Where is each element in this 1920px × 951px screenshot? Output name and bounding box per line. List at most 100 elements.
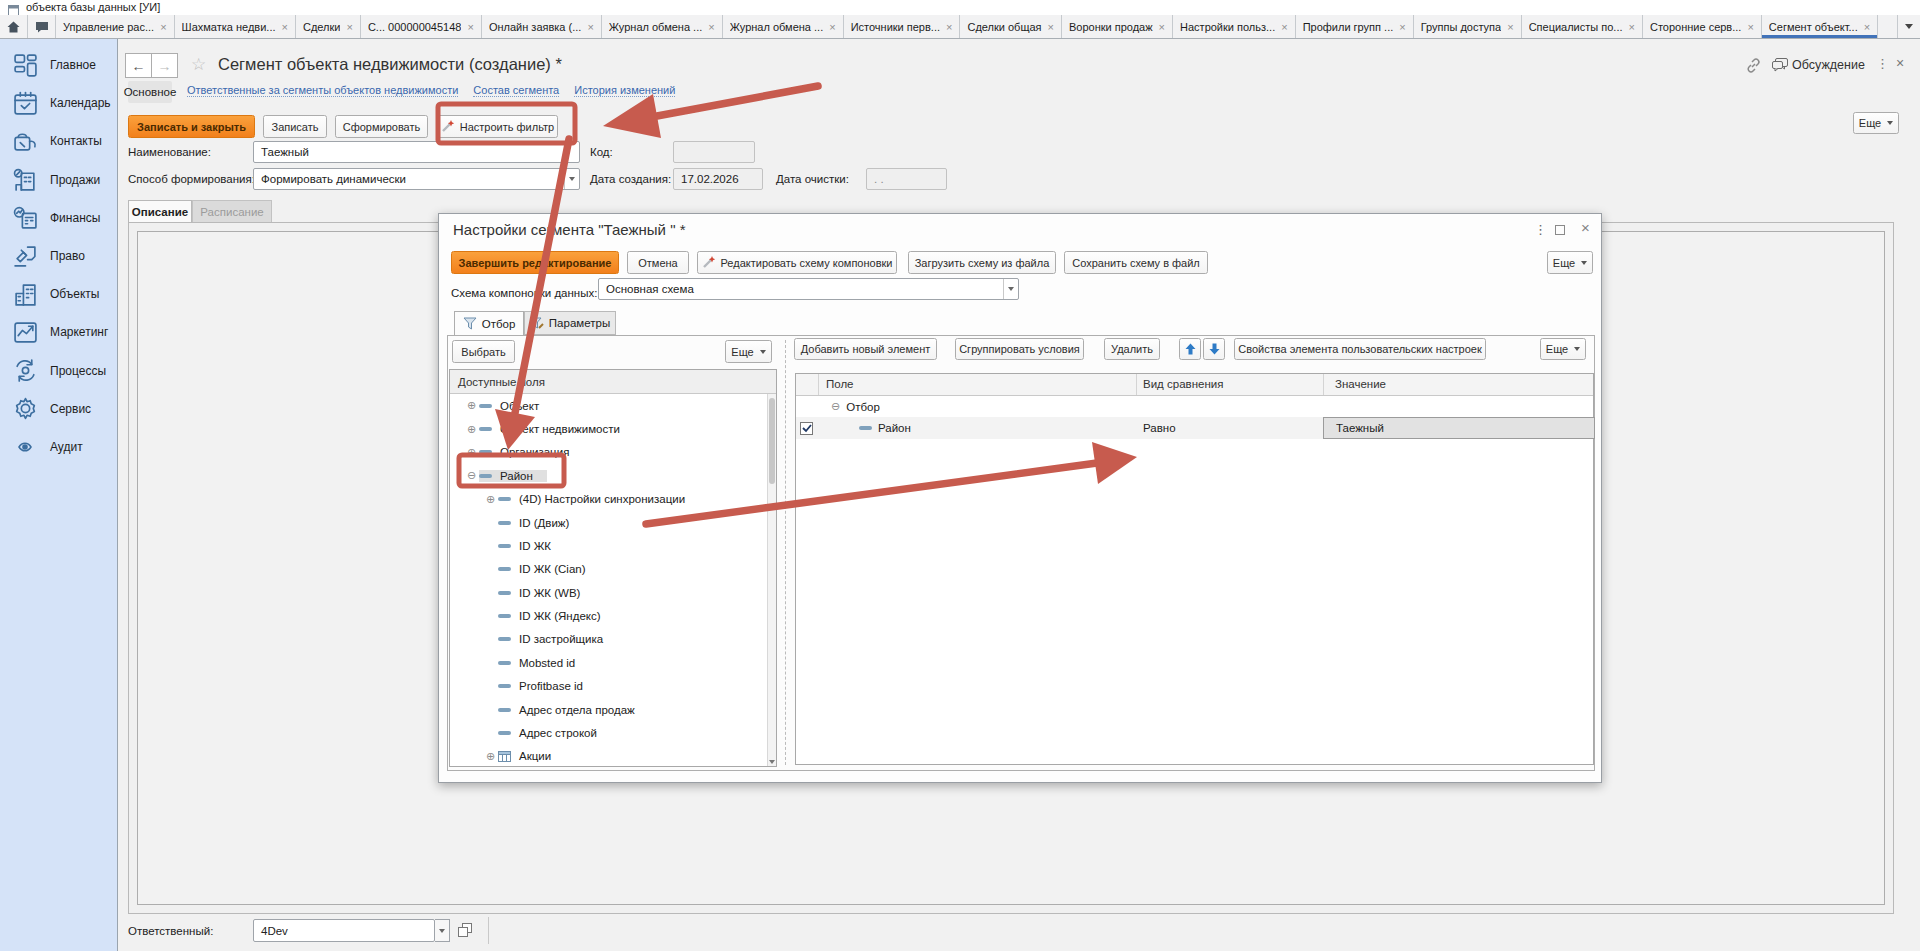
select-field-button[interactable]: Выбрать [452,340,515,363]
discussion-label[interactable]: Обсуждение [1792,58,1865,72]
responsible-input[interactable]: 4Dev [253,919,435,942]
tab-close-icon[interactable]: × [1159,21,1165,33]
app-tab[interactable]: Источники перв...× [844,15,961,38]
favorite-star-icon[interactable]: ☆ [191,54,206,75]
cancel-button[interactable]: Отмена [627,251,689,274]
tree-item[interactable]: ⊕Объект [450,394,767,417]
add-element-button[interactable]: Добавить новый элемент [794,338,937,360]
sidebar-item-servis[interactable]: Сервис [0,390,117,428]
sidebar-item-obekty[interactable]: Объекты [0,275,117,313]
tab-close-icon[interactable]: × [1629,21,1635,33]
code-input[interactable] [673,141,755,163]
close-form-icon[interactable]: × [1896,55,1904,71]
method-combobox[interactable]: Формировать динамически [253,168,580,190]
tab-close-icon[interactable]: × [1281,21,1287,33]
tree-item[interactable]: Адрес строкой [450,721,767,744]
back-button[interactable]: ← [125,53,152,78]
move-down-button[interactable] [1203,338,1225,360]
tree-item[interactable]: Profitbase id [450,675,767,698]
combo-dropdown-icon[interactable] [564,169,579,189]
app-tab[interactable]: Сделки общая× [960,15,1062,38]
tree-item[interactable]: ID застройщика [450,628,767,651]
tree-scrollbar-thumb[interactable] [769,398,775,484]
condition-checkbox[interactable] [800,422,813,435]
expand-icon[interactable]: ⊕ [464,399,479,412]
condition-value-cell[interactable]: Таежный [1323,417,1595,439]
save-schema-button[interactable]: Сохранить схему в файл [1064,251,1208,274]
app-tab[interactable]: Шахматка недви...× [175,15,296,38]
collapse-icon[interactable]: ⊖ [831,400,840,413]
tab-parameters[interactable]: Параметры [524,311,616,335]
responsible-dropdown-icon[interactable] [435,919,450,942]
save-button[interactable]: Записать [263,115,327,138]
setup-filter-button[interactable]: Настроить фильтр [437,115,558,138]
app-tab[interactable]: Журнал обмена ...× [602,15,723,38]
tab-close-icon[interactable]: × [1864,21,1870,33]
tree-item[interactable]: ⊕(4D) Настройки синхронизации [450,488,767,511]
app-tab[interactable]: Сторонние серв...× [1643,15,1762,38]
load-schema-button[interactable]: Загрузить схему из файла [908,251,1056,274]
sidebar-item-kalendar[interactable]: Календарь [0,84,117,122]
tree-item[interactable]: ⊕Объект недвижимости [450,417,767,440]
generate-button[interactable]: Сформировать [335,115,428,138]
tab-filter[interactable]: Отбор [454,311,524,335]
tab-close-icon[interactable]: × [467,21,473,33]
dialog-menu-icon[interactable]: ⋮ [1534,222,1547,237]
discussions-tab[interactable] [28,15,56,38]
sidebar-item-marketing[interactable]: Маркетинг [0,313,117,351]
tab-link-composition[interactable]: Состав сегмента [473,84,559,97]
tab-close-icon[interactable]: × [829,21,835,33]
tree-item[interactable]: ID ЖК (Яндекс) [450,604,767,627]
schema-combobox[interactable]: Основная схема [598,278,1019,300]
tab-close-icon[interactable]: × [282,21,288,33]
collapse-icon[interactable]: ⊖ [464,469,479,482]
tree-scrollbar[interactable] [767,394,776,766]
expand-icon[interactable]: ⊕ [464,446,479,459]
link-icon[interactable] [1745,57,1762,78]
tab-close-icon[interactable]: × [1399,21,1405,33]
expand-icon[interactable]: ⊕ [483,750,498,763]
tab-link-responsible[interactable]: Ответственные за сегменты объектов недви… [187,84,458,97]
dialog-maximize-icon[interactable] [1555,225,1565,235]
app-tab[interactable]: Сделки× [296,15,361,38]
group-conditions-button[interactable]: Сгруппировать условия [955,338,1084,360]
sidebar-item-prodazhi[interactable]: Продажи [0,161,117,199]
expand-icon[interactable]: ⊕ [464,423,479,436]
move-up-button[interactable] [1179,338,1201,360]
more-dots-icon[interactable]: ⋮ [1876,56,1889,71]
dialog-close-icon[interactable]: × [1581,219,1590,236]
tree-item[interactable]: ⊕Организация [450,441,767,464]
finish-editing-button[interactable]: Завершить редактирование [451,251,619,274]
sidebar-item-audit[interactable]: Аудит [0,428,117,466]
tab-close-icon[interactable]: × [346,21,352,33]
delete-button[interactable]: Удалить [1104,338,1160,360]
tree-item[interactable]: ⊖Район [450,464,767,487]
name-input[interactable]: Таежный [253,141,580,163]
tab-close-icon[interactable]: × [1507,21,1513,33]
home-tab[interactable] [0,15,28,38]
app-tab[interactable]: Воронки продаж× [1062,15,1173,38]
tree-item[interactable]: ID ЖК [450,534,767,557]
date-cleared-input[interactable]: . . [866,168,947,190]
form-more-button[interactable]: Еще [1853,112,1899,134]
tab-close-icon[interactable]: × [1048,21,1054,33]
date-created-input[interactable]: 17.02.2026 [673,168,763,190]
tab-osnovnoe[interactable]: Основное [128,81,172,103]
app-tab[interactable]: Онлайн заявка (...× [482,15,602,38]
expand-icon[interactable]: ⊕ [483,493,498,506]
app-tab[interactable]: Настройки польз...× [1173,15,1296,38]
tab-close-icon[interactable]: × [1747,21,1753,33]
tree-item[interactable]: ID ЖК (Cian) [450,558,767,581]
sidebar-item-protsessy[interactable]: Процессы [0,352,117,390]
tree-item[interactable]: Адрес отдела продаж [450,698,767,721]
tab-description[interactable]: Описание [128,200,192,223]
tree-item[interactable]: Mobsted id [450,651,767,674]
sidebar-item-kontakty[interactable]: Контакты [0,122,117,160]
tab-close-icon[interactable]: × [587,21,593,33]
app-tab[interactable]: Профили групп ...× [1296,15,1414,38]
element-properties-button[interactable]: Свойства элемента пользовательских настр… [1234,338,1486,360]
app-tab[interactable]: Группы доступа× [1414,15,1522,38]
filter-condition-row[interactable]: Район Равно Таежный [796,417,1593,439]
tree-item[interactable]: ID (Движ) [450,511,767,534]
sidebar-item-pravo[interactable]: Право [0,237,117,275]
